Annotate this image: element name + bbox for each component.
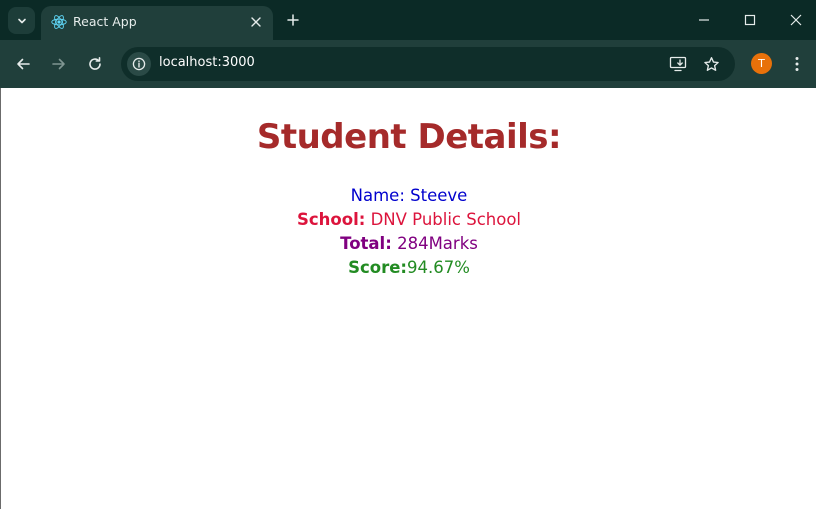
school-label: School: [296,210,366,229]
tab-search-button[interactable] [8,7,35,34]
install-app-button[interactable] [668,54,688,74]
react-logo-icon [51,15,67,29]
maximize-icon [744,14,756,26]
minimize-button[interactable] [691,8,717,32]
address-bar[interactable]: localhost:3000 [121,47,735,81]
name-label: Name: [350,186,405,205]
install-app-icon [669,56,687,72]
close-icon [790,14,802,26]
plus-icon [287,14,299,26]
score-value: 94.67% [407,258,470,277]
forward-button[interactable] [47,52,71,76]
star-icon [703,56,719,71]
student-details: Student Details: Name: Steeve School: DN… [1,114,816,280]
total-label: Total: [340,234,392,253]
name-row: Name: Steeve [1,184,816,208]
arrow-left-icon [17,58,30,70]
new-tab-button[interactable] [283,10,303,30]
score-row: Score:94.67% [1,256,816,280]
page-title: Student Details: [256,117,562,157]
school-row: School: DNV Public School [1,208,816,232]
chevron-down-icon [17,18,26,23]
info-icon [132,57,146,71]
reload-icon [89,57,101,70]
site-info-button[interactable] [127,52,151,76]
close-icon [251,17,261,27]
reload-button[interactable] [83,52,107,76]
score-label: Score: [348,258,407,277]
tab-react-app[interactable]: React App [41,6,273,40]
minimize-icon [699,19,709,21]
browser-menu-button[interactable] [787,52,807,76]
page-viewport: Student Details: Name: Steeve School: DN… [0,88,816,509]
school-value: DNV Public School [370,210,522,229]
tab-bar: React App [0,0,816,40]
back-button[interactable] [11,52,35,76]
total-value: 284Marks [397,234,478,253]
tab-close-button[interactable] [247,13,265,31]
kebab-menu-icon [795,57,799,71]
browser-chrome: React App localhost:3000 T [0,0,816,88]
url-text[interactable]: localhost:3000 [159,55,255,70]
details-list: Name: Steeve School: DNV Public School T… [1,184,816,280]
maximize-button[interactable] [737,8,763,32]
bookmark-button[interactable] [701,54,721,74]
name-value: Steeve [410,186,468,205]
close-window-button[interactable] [783,8,809,32]
profile-avatar[interactable]: T [751,53,772,74]
arrow-right-icon [52,58,65,70]
tab-title: React App [73,14,137,29]
toolbar: localhost:3000 T [0,40,816,88]
total-row: Total: 284Marks [1,232,816,256]
